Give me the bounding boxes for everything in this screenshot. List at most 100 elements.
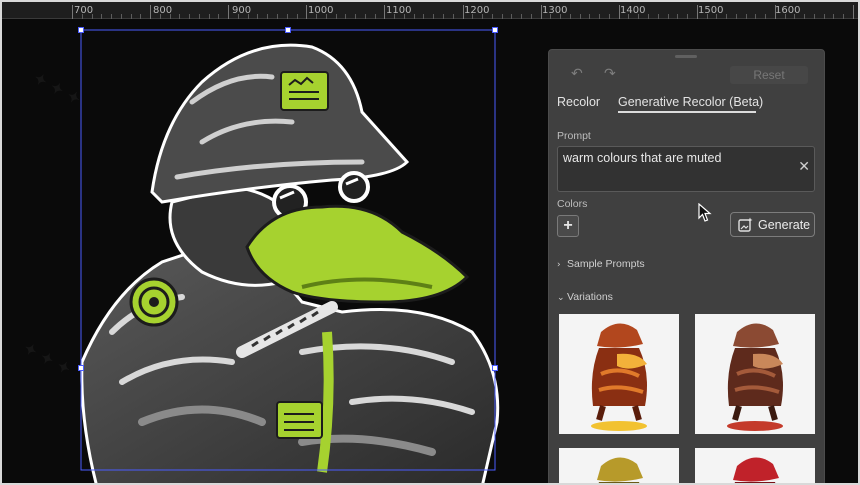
ruler-minor-tick: [667, 14, 669, 19]
ruler-minor-tick: [560, 14, 562, 19]
ruler-minor-tick: [823, 14, 825, 19]
ruler-major-tick: [384, 5, 386, 19]
ruler-minor-tick: [716, 14, 718, 19]
variations-toggle[interactable]: ⌄ Variations: [557, 291, 613, 303]
variation-thumbnail-1[interactable]: [559, 314, 679, 434]
colors-label: Colors: [557, 198, 588, 210]
ruler-minor-tick: [813, 14, 815, 19]
add-color-button[interactable]: +: [557, 215, 579, 237]
ruler-minor-tick: [599, 14, 601, 19]
ruler-minor-tick: [394, 14, 396, 19]
ruler-minor-tick: [687, 14, 689, 19]
ruler-minor-tick: [452, 14, 454, 19]
tab-generative-recolor[interactable]: Generative Recolor (Beta): [618, 95, 763, 109]
ruler-label: 1200: [464, 5, 490, 16]
ruler-minor-tick: [550, 14, 552, 19]
ruler-minor-tick: [726, 14, 728, 19]
duck-variation-image: [559, 448, 679, 483]
generative-recolor-panel: ↶ ↷ Reset Recolor Generative Recolor (Be…: [548, 49, 825, 483]
sparkle-image-icon: [738, 217, 753, 232]
selection-handle-middle-left[interactable]: [78, 365, 84, 371]
ruler-minor-tick: [111, 14, 113, 19]
ruler-major-tick: [540, 5, 542, 19]
ruler-minor-tick: [647, 14, 649, 19]
ruler-major-tick: [774, 5, 776, 19]
ruler-label: 1400: [620, 5, 646, 16]
ruler-minor-tick: [355, 14, 357, 19]
prompt-input[interactable]: warm colours that are muted ✕: [557, 146, 815, 192]
selection-handle-middle-right[interactable]: [492, 365, 498, 371]
clear-icon[interactable]: ✕: [798, 159, 810, 175]
ruler-minor-tick: [423, 14, 425, 19]
generate-button-label: Generate: [758, 218, 811, 232]
ruler-minor-tick: [169, 14, 171, 19]
panel-drag-handle[interactable]: [675, 55, 697, 58]
selection-handle-top-left[interactable]: [78, 27, 84, 33]
ruler-minor-tick: [569, 14, 571, 19]
ruler-minor-tick: [501, 14, 503, 19]
ruler-minor-tick: [765, 14, 767, 19]
ruler-label: 1500: [698, 5, 724, 16]
ruler-minor-tick: [491, 14, 493, 19]
ruler-minor-tick: [277, 14, 278, 19]
ruler-minor-tick: [657, 14, 659, 19]
ruler-minor-tick: [325, 14, 327, 19]
ruler-minor-tick: [403, 14, 405, 19]
chevron-down-icon: ⌄: [557, 293, 565, 303]
ruler-major-tick: [72, 5, 73, 19]
ruler-minor-tick: [257, 14, 259, 19]
ruler-minor-tick: [735, 14, 737, 19]
prompt-input-value[interactable]: warm colours that are muted: [563, 151, 721, 165]
ruler-minor-tick: [296, 14, 298, 19]
app-window: 700 800 900 1000 1100 1200 1300 1400 150…: [0, 0, 860, 485]
ruler-minor-tick: [218, 14, 220, 19]
ruler-minor-tick: [120, 14, 122, 19]
ruler-minor-tick: [208, 14, 210, 19]
variation-thumbnail-2[interactable]: [695, 314, 815, 434]
ruler-minor-tick: [442, 14, 444, 19]
undo-icon[interactable]: ↶: [571, 66, 583, 82]
ruler-minor-tick: [521, 14, 523, 19]
selection-handle-top-right[interactable]: [492, 27, 498, 33]
ruler-major-tick: [462, 5, 464, 19]
duck-variation-image: [695, 314, 815, 434]
duck-variation-image: [559, 314, 679, 434]
ruler-minor-tick: [140, 14, 142, 19]
ruler-label: 1600: [775, 5, 801, 16]
ruler-minor-tick: [843, 14, 845, 19]
ruler-minor-tick: [286, 14, 288, 19]
ruler-minor-tick: [189, 14, 191, 19]
chevron-right-icon: ›: [557, 260, 561, 270]
ruler-major-tick: [618, 5, 620, 19]
horizontal-ruler[interactable]: 700 800 900 1000 1100 1200 1300 1400 150…: [2, 2, 858, 19]
generate-button[interactable]: Generate: [730, 212, 815, 237]
ruler-minor-tick: [511, 14, 513, 19]
ruler-label: 700: [74, 5, 94, 16]
reset-button[interactable]: Reset: [730, 66, 808, 84]
active-tab-indicator: [618, 111, 756, 113]
variation-thumbnail-3[interactable]: [559, 448, 679, 483]
ruler-minor-tick: [804, 14, 806, 19]
prompt-label: Prompt: [557, 130, 591, 142]
ruler-minor-tick: [628, 14, 630, 19]
ruler-minor-tick: [638, 14, 640, 19]
selection-handle-top-middle[interactable]: [285, 27, 291, 33]
ruler-minor-tick: [589, 14, 591, 19]
ruler-minor-tick: [91, 14, 93, 19]
ruler-minor-tick: [482, 14, 484, 19]
ruler-minor-tick: [159, 14, 161, 19]
ruler-label: 1100: [386, 5, 412, 16]
ruler-minor-tick: [198, 14, 200, 19]
ruler-minor-tick: [530, 14, 532, 19]
variation-thumbnail-4[interactable]: [695, 448, 815, 483]
tab-recolor[interactable]: Recolor: [557, 95, 600, 109]
ruler-major-tick: [306, 5, 308, 19]
redo-icon[interactable]: ↷: [604, 66, 616, 82]
ruler-major-tick: [696, 5, 698, 19]
ruler-major-tick: [150, 5, 152, 19]
sample-prompts-toggle[interactable]: › Sample Prompts: [557, 258, 645, 270]
ruler-minor-tick: [374, 14, 376, 19]
ruler-minor-tick: [316, 14, 318, 19]
ruler-minor-tick: [677, 14, 679, 19]
sample-prompts-label: Sample Prompts: [567, 258, 645, 270]
